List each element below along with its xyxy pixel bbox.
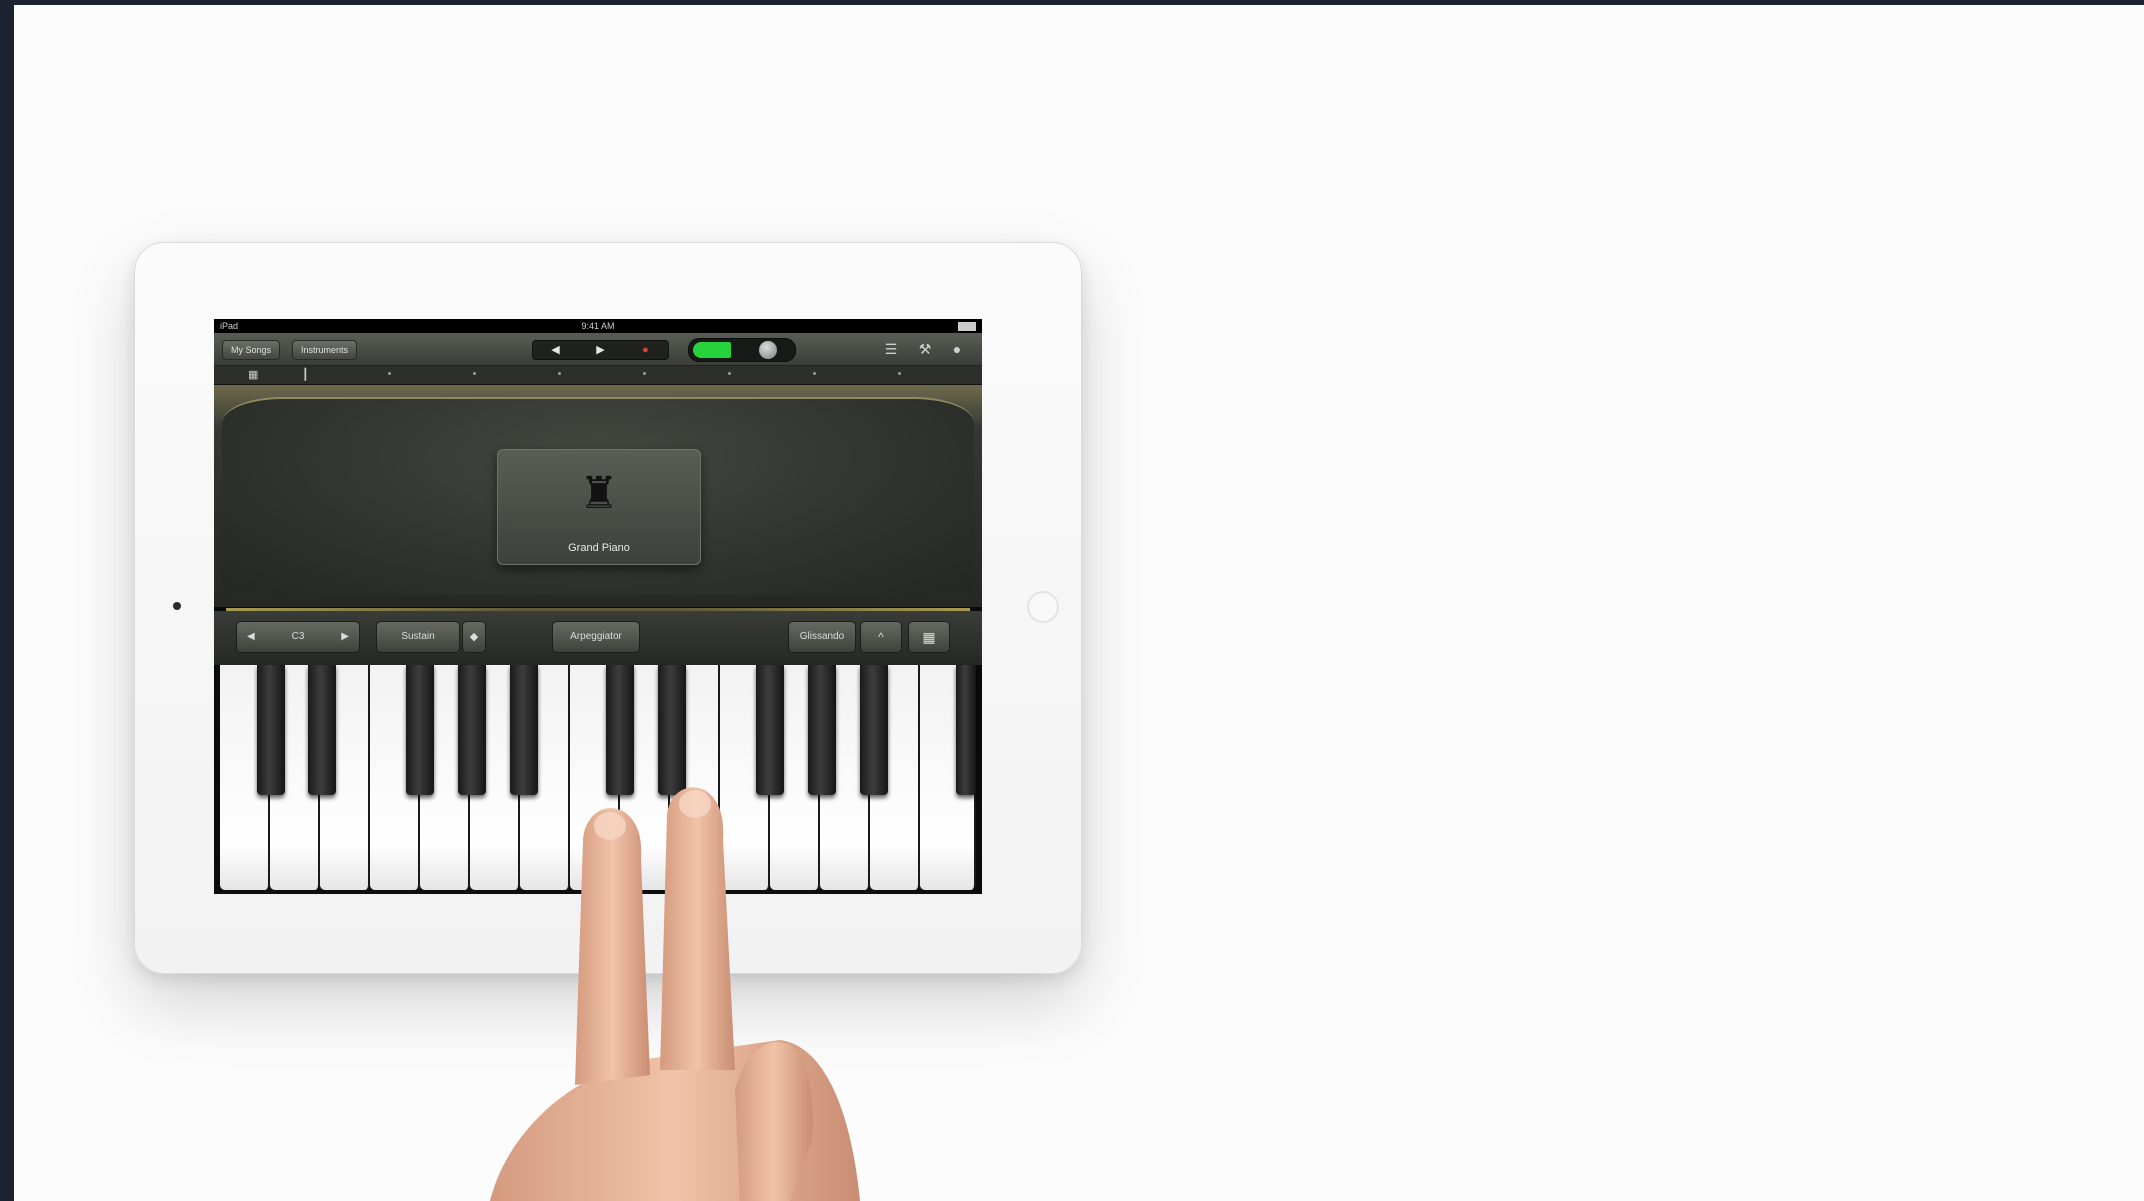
rewind-icon[interactable]: ◀ — [533, 341, 578, 359]
timeline-ruler[interactable]: ▦ ┃ — [214, 366, 982, 385]
ruler-tick — [728, 372, 731, 375]
black-key[interactable] — [606, 665, 634, 795]
black-key[interactable] — [406, 665, 434, 795]
instruments-button[interactable]: Instruments — [292, 340, 358, 360]
piano-body: ♜ Grand Piano — [214, 385, 982, 607]
play-icon[interactable]: ▶ — [578, 341, 623, 359]
toolbar: My Songs Instruments ◀ ▶ ● ☰ ⚒ ● — [214, 333, 982, 366]
ruler-tick — [898, 372, 901, 375]
my-songs-button[interactable]: My Songs — [222, 340, 281, 360]
ruler-tick — [388, 372, 391, 375]
black-key[interactable] — [808, 665, 836, 795]
black-key[interactable] — [510, 665, 538, 795]
grand-piano-icon: ♜ — [579, 469, 619, 518]
playhead-icon[interactable]: ┃ — [302, 368, 309, 382]
keyboard-controls: ◀ C3 ▶ Sustain ◆ Arpeggiator Glissando ^… — [214, 611, 982, 665]
volume-knob[interactable] — [759, 341, 777, 359]
lcd-display — [688, 338, 796, 362]
track-view-icon[interactable]: ▦ — [248, 368, 258, 382]
black-key[interactable] — [860, 665, 888, 795]
black-key[interactable] — [956, 665, 976, 795]
clock-label: 9:41 AM — [581, 321, 615, 331]
mixer-icon[interactable]: ☰ — [882, 340, 900, 358]
black-key[interactable] — [458, 665, 486, 795]
black-key[interactable] — [257, 665, 285, 795]
instrument-name: Grand Piano — [568, 542, 630, 554]
black-key[interactable] — [756, 665, 784, 795]
ruler-tick — [473, 372, 476, 375]
ruler-tick — [813, 372, 816, 375]
octave-control: ◀ C3 ▶ — [236, 621, 360, 653]
ipad-device: iPad 9:41 AM My Songs Instruments ◀ ▶ ● … — [134, 242, 1082, 974]
instrument-selector[interactable]: ♜ Grand Piano — [497, 449, 701, 565]
arpeggiator-button[interactable]: Arpeggiator — [552, 621, 640, 653]
octave-up-button[interactable]: ▶ — [341, 622, 349, 652]
ruler-tick — [558, 372, 561, 375]
home-button[interactable] — [1027, 591, 1059, 623]
transport-controls: ◀ ▶ ● — [532, 340, 669, 360]
record-icon[interactable]: ● — [623, 341, 668, 359]
lcd-level — [693, 342, 731, 358]
front-camera — [173, 602, 181, 610]
glissando-button[interactable]: Glissando — [788, 621, 856, 653]
video-frame: iPad 9:41 AM My Songs Instruments ◀ ▶ ● … — [14, 5, 2144, 1201]
black-key[interactable] — [658, 665, 686, 795]
status-bar: iPad 9:41 AM — [214, 319, 982, 333]
piano-keyboard — [220, 665, 976, 894]
black-key[interactable] — [308, 665, 336, 795]
sustain-lock-icon[interactable]: ◆ — [462, 621, 486, 653]
ruler-tick — [643, 372, 646, 375]
help-icon[interactable]: ● — [948, 340, 966, 358]
scale-icon[interactable]: ^ — [860, 621, 902, 653]
wrench-icon[interactable]: ⚒ — [916, 340, 934, 358]
battery-icon — [958, 322, 976, 331]
garageband-screen: iPad 9:41 AM My Songs Instruments ◀ ▶ ● … — [214, 319, 982, 894]
sustain-button[interactable]: Sustain — [376, 621, 460, 653]
keyboard-icon[interactable]: ▦ — [908, 621, 950, 653]
